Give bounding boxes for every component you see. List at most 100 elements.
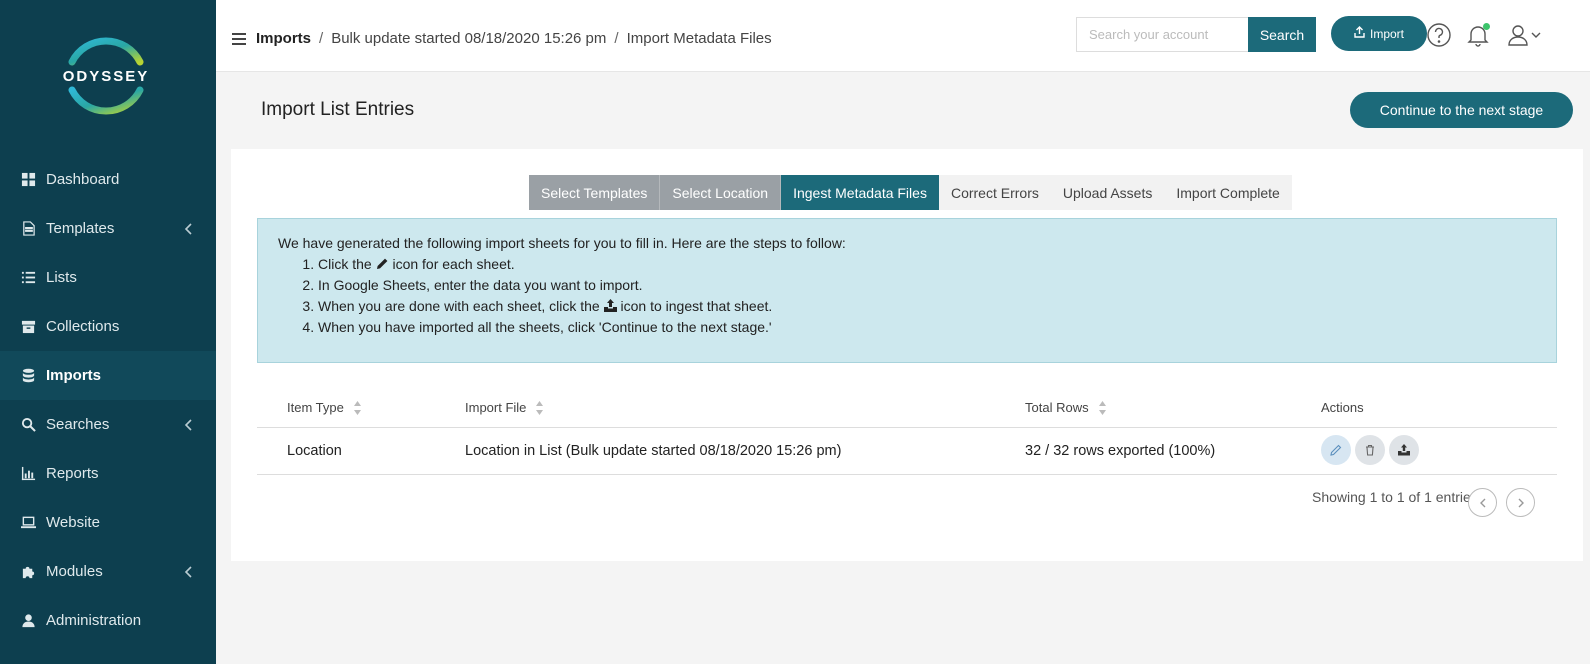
instruction-step-1: Click the icon for each sheet. — [318, 254, 1536, 275]
sidebar-item-templates[interactable]: Templates — [0, 204, 216, 253]
instruction-text: Click the — [318, 256, 372, 272]
sidebar-item-label: Modules — [46, 563, 103, 580]
sidebar-item-label: Dashboard — [46, 171, 120, 188]
breadcrumb-current: Import Metadata Files — [626, 30, 772, 47]
import-button[interactable]: Import — [1331, 16, 1427, 51]
cell-import-file: Location in List (Bulk update started 08… — [465, 443, 842, 459]
odyssey-logo[interactable]: ODYSSEY — [58, 28, 154, 124]
upload-icon — [1398, 444, 1410, 456]
bell-icon[interactable] — [1465, 22, 1491, 48]
list-icon — [20, 270, 36, 286]
hamburger-menu-icon[interactable] — [232, 33, 246, 45]
search-icon — [20, 417, 36, 433]
breadcrumb-imports[interactable]: Imports — [256, 30, 311, 47]
puzzle-icon — [20, 564, 36, 580]
column-import-file[interactable]: Import File — [465, 400, 544, 415]
archive-icon — [20, 319, 36, 335]
column-label: Actions — [1321, 400, 1364, 415]
column-item-type[interactable]: Item Type — [287, 400, 361, 415]
continue-button[interactable]: Continue to the next stage — [1350, 92, 1573, 128]
notification-dot — [1483, 23, 1490, 30]
instruction-step-3: When you are done with each sheet, click… — [318, 296, 1536, 317]
chevron-left-icon — [184, 222, 194, 235]
ingest-sheet-button[interactable] — [1389, 435, 1419, 465]
import-button-label: Import — [1369, 26, 1404, 41]
sidebar-item-label: Reports — [46, 465, 99, 482]
help-icon[interactable] — [1426, 22, 1452, 48]
chevron-right-icon — [1518, 498, 1524, 507]
sidebar-item-modules[interactable]: Modules — [0, 547, 216, 596]
dashboard-icon — [20, 172, 36, 188]
sidebar-item-imports[interactable]: Imports — [0, 351, 216, 400]
edit-sheet-button[interactable] — [1321, 435, 1351, 465]
chevron-left-icon — [184, 565, 194, 578]
column-total-rows[interactable]: Total Rows — [1025, 400, 1106, 415]
instructions-list: Click the icon for each sheet. In Google… — [278, 254, 1536, 338]
instruction-step-2: In Google Sheets, enter the data you wan… — [318, 275, 1536, 296]
main-card: Select Templates Select Location Ingest … — [231, 149, 1583, 561]
sidebar-item-label: Templates — [46, 220, 115, 237]
sidebar-item-label: Website — [46, 514, 100, 531]
instructions-box: We have generated the following import s… — [257, 218, 1557, 363]
search-button[interactable]: Search — [1248, 17, 1316, 52]
next-page-button[interactable] — [1506, 488, 1535, 517]
document-icon — [20, 221, 36, 237]
instruction-step-4: When you have imported all the sheets, c… — [318, 317, 1536, 338]
instruction-text: When you are done with each sheet, click… — [318, 298, 600, 314]
pencil-icon — [376, 255, 389, 269]
wizard-steps: Select Templates Select Location Ingest … — [529, 175, 1292, 210]
sidebar-item-website[interactable]: Website — [0, 498, 216, 547]
user-icon — [20, 613, 36, 629]
sort-icon — [353, 400, 361, 415]
instruction-text: icon for each sheet. — [392, 256, 515, 272]
sidebar-item-collections[interactable]: Collections — [0, 302, 216, 351]
breadcrumb: Imports / Bulk update started 08/18/2020 1… — [256, 30, 772, 47]
cell-item-type: Location — [287, 443, 342, 459]
table-row: Location Location in List (Bulk update s… — [257, 428, 1557, 475]
step-select-location[interactable]: Select Location — [660, 175, 782, 210]
import-files-table: Item Type Import File Total Rows Actions… — [257, 383, 1557, 475]
sidebar-item-reports[interactable]: Reports — [0, 449, 216, 498]
breadcrumb-bulk-update[interactable]: Bulk update started 08/18/2020 15:26 pm — [331, 30, 606, 47]
search-input[interactable] — [1076, 17, 1248, 52]
logo-text: ODYSSEY — [62, 68, 150, 85]
sidebar-item-administration[interactable]: Administration — [0, 596, 216, 645]
upload-icon — [1354, 26, 1365, 41]
step-ingest-metadata-files[interactable]: Ingest Metadata Files — [781, 175, 939, 210]
sidebar-item-label: Imports — [46, 367, 102, 384]
prev-page-button[interactable] — [1468, 488, 1497, 517]
sidebar-item-dashboard[interactable]: Dashboard — [0, 155, 216, 204]
step-import-complete[interactable]: Import Complete — [1164, 175, 1291, 210]
column-label: Item Type — [287, 400, 344, 415]
delete-sheet-button[interactable] — [1355, 435, 1385, 465]
column-label: Total Rows — [1025, 400, 1089, 415]
chevron-left-icon — [1479, 498, 1485, 507]
column-label: Import File — [465, 400, 527, 415]
sort-icon — [1098, 400, 1106, 415]
page-title: Import List Entries — [261, 99, 415, 120]
sidebar-item-label: Lists — [46, 269, 77, 286]
instructions-intro: We have generated the following import s… — [278, 235, 846, 251]
sidebar-nav: Dashboard Templates Lists Collections Im… — [0, 155, 216, 645]
sidebar: ODYSSEY Dashboard Templates Lists Collec… — [0, 0, 216, 664]
table-header: Item Type Import File Total Rows Actions — [257, 383, 1557, 428]
bar-chart-icon — [20, 466, 36, 482]
sidebar-item-lists[interactable]: Lists — [0, 253, 216, 302]
upload-icon — [603, 297, 617, 312]
laptop-icon — [20, 515, 36, 531]
instruction-text: icon to ingest that sheet. — [620, 298, 773, 314]
step-correct-errors[interactable]: Correct Errors — [939, 175, 1051, 210]
sort-icon — [536, 400, 544, 415]
chevron-left-icon — [184, 418, 194, 431]
step-select-templates[interactable]: Select Templates — [529, 175, 661, 210]
pagination-summary: Showing 1 to 1 of 1 entries — [1312, 489, 1478, 505]
sidebar-item-searches[interactable]: Searches — [0, 400, 216, 449]
trash-icon — [1366, 444, 1374, 456]
breadcrumb-separator: / — [319, 30, 324, 47]
user-menu[interactable] — [1507, 22, 1543, 48]
database-icon — [20, 368, 36, 384]
column-actions: Actions — [1321, 400, 1364, 415]
step-upload-assets[interactable]: Upload Assets — [1051, 175, 1165, 210]
breadcrumb-separator: / — [614, 30, 619, 47]
pencil-icon — [1330, 444, 1342, 456]
